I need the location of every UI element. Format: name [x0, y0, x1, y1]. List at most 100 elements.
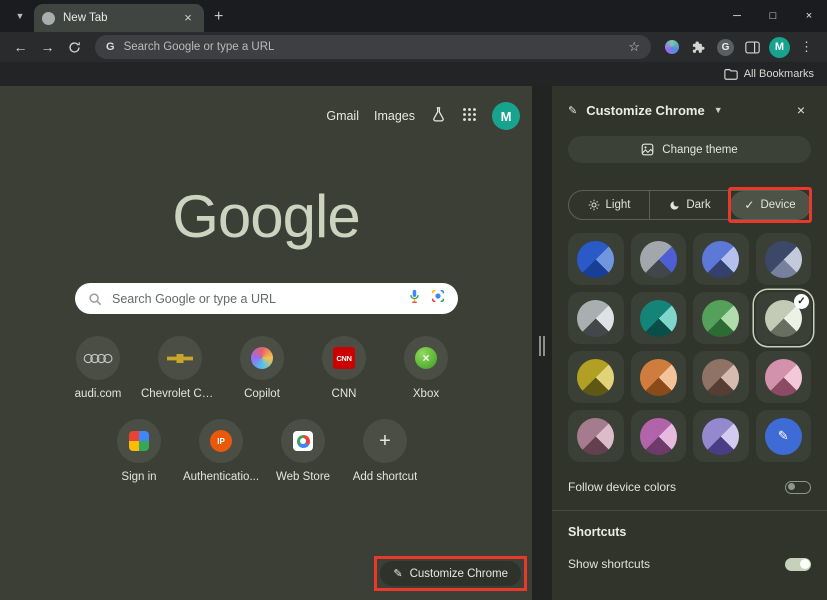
shortcut-tile-xbox[interactable]: × Xbox	[385, 336, 467, 400]
image-icon	[641, 143, 654, 156]
shortcut-label: Sign in	[121, 471, 156, 483]
apps-grid-icon[interactable]	[462, 107, 477, 125]
swatch-circle	[640, 359, 677, 396]
folder-icon	[724, 68, 738, 80]
tab-close-icon[interactable]: ×	[180, 10, 196, 26]
theme-swatch-grid: ✓✎	[568, 233, 811, 462]
mode-light-button[interactable]: Light	[569, 191, 649, 219]
theme-swatch-gray-blue[interactable]	[631, 233, 687, 285]
labs-flask-icon[interactable]	[430, 106, 447, 126]
chevron-down-icon[interactable]: ▼	[714, 105, 723, 115]
shortcut-label: CNN	[332, 388, 357, 400]
address-input[interactable]	[124, 41, 620, 53]
change-theme-button[interactable]: Change theme	[568, 136, 811, 163]
theme-swatch-blue[interactable]	[568, 233, 624, 285]
images-link[interactable]: Images	[374, 109, 415, 123]
shortcuts-section-title: Shortcuts	[568, 525, 811, 539]
browser-tab[interactable]: New Tab ×	[34, 4, 204, 32]
profile-avatar[interactable]: M	[767, 35, 792, 60]
maximize-button[interactable]: □	[755, 0, 791, 32]
shortcut-label: Add shortcut	[353, 471, 418, 483]
pencil-icon: ✎	[778, 428, 789, 444]
ntp-search-input[interactable]	[112, 292, 398, 306]
swatch-circle	[702, 241, 739, 278]
shortcut-tile-web-store[interactable]: Web Store	[262, 419, 344, 483]
cnn-icon: CNN	[322, 336, 366, 380]
audi-rings-icon	[76, 336, 120, 380]
theme-swatch-navy-gray[interactable]	[756, 233, 812, 285]
shortcut-label: Copilot	[244, 388, 280, 400]
web-store-icon	[281, 419, 325, 463]
swatch-circle	[640, 300, 677, 337]
menu-kebab-icon[interactable]: ⋮	[794, 35, 819, 60]
bookmarks-bar: All Bookmarks	[0, 62, 827, 86]
address-bar[interactable]: G ☆	[95, 35, 651, 59]
theme-swatch-olive-yellow[interactable]	[568, 351, 624, 403]
bookmark-star-icon[interactable]: ☆	[628, 39, 640, 55]
customize-chrome-button[interactable]: ✎ Customize Chrome	[380, 561, 521, 586]
annotation-box-customize: ✎ Customize Chrome	[374, 556, 527, 591]
new-tab-button[interactable]: +	[214, 9, 223, 25]
swatch-circle	[765, 241, 802, 278]
swatch-circle	[702, 418, 739, 455]
pencil-icon: ✎	[568, 104, 577, 117]
panel-resize-strip	[532, 86, 552, 600]
theme-swatch-purple[interactable]	[693, 410, 749, 462]
panel-close-icon[interactable]: ×	[791, 102, 811, 118]
forward-icon[interactable]: →	[35, 35, 60, 60]
swatch-circle	[765, 359, 802, 396]
panel-resize-handle[interactable]	[539, 336, 545, 356]
theme-swatch-green[interactable]	[693, 292, 749, 344]
theme-swatch-mauve[interactable]	[568, 410, 624, 462]
close-button[interactable]: ×	[791, 0, 827, 32]
xbox-icon: ×	[404, 336, 448, 380]
pinned-extension-icon[interactable]	[659, 35, 684, 60]
g-badge-icon[interactable]: G	[713, 35, 738, 60]
ntp-top-links: Gmail Images M	[326, 102, 520, 130]
minimize-button[interactable]: ─	[719, 0, 755, 32]
shortcut-tile-cnn[interactable]: CNN CNN	[303, 336, 385, 400]
section-divider	[552, 510, 827, 511]
theme-swatch-orange[interactable]	[631, 351, 687, 403]
ntp-profile-avatar[interactable]: M	[492, 102, 520, 130]
voice-search-mic-icon[interactable]	[408, 289, 421, 309]
theme-swatch-taupe[interactable]	[693, 351, 749, 403]
all-bookmarks-label[interactable]: All Bookmarks	[744, 68, 814, 80]
google-lens-icon[interactable]	[431, 289, 445, 308]
show-shortcuts-toggle[interactable]	[785, 558, 811, 571]
shortcut-tile-add-shortcut[interactable]: + Add shortcut	[344, 419, 426, 483]
mode-dark-button[interactable]: Dark	[649, 191, 730, 219]
reload-icon[interactable]	[62, 35, 87, 60]
appearance-mode-switcher: LightDark✓Device	[568, 190, 811, 220]
swatch-circle: ✎	[765, 418, 802, 455]
swatch-circle	[702, 359, 739, 396]
theme-swatch-gray[interactable]	[568, 292, 624, 344]
theme-swatch-orchid[interactable]	[631, 410, 687, 462]
search-icon	[88, 292, 102, 306]
shortcut-tile-audi-com[interactable]: audi.com	[57, 336, 139, 400]
shortcut-label: Xbox	[413, 388, 439, 400]
shortcut-tile-chevrolet-car[interactable]: Chevrolet Car...	[139, 336, 221, 400]
gmail-link[interactable]: Gmail	[326, 109, 359, 123]
copilot-icon	[240, 336, 284, 380]
side-panel-icon[interactable]	[740, 35, 765, 60]
panel-header: ✎ Customize Chrome ▼ ×	[568, 96, 811, 124]
shortcuts-row-2: Sign in IPAuthenticatio...Web Store + Add s…	[98, 419, 426, 483]
ntp-search-bar[interactable]	[75, 283, 458, 314]
theme-swatch-pink[interactable]	[756, 351, 812, 403]
theme-swatch-sage[interactable]: ✓	[756, 292, 812, 344]
google-logo: Google	[0, 182, 532, 251]
shortcut-tile-sign-in[interactable]: Sign in	[98, 419, 180, 483]
tab-title: New Tab	[63, 12, 172, 24]
follow-device-colors-toggle[interactable]	[785, 481, 811, 494]
mode-device-button[interactable]: ✓Device	[730, 191, 810, 219]
shortcut-tile-copilot[interactable]: Copilot	[221, 336, 303, 400]
shortcut-tile-authenticatio[interactable]: IPAuthenticatio...	[180, 419, 262, 483]
custom-color-swatch[interactable]: ✎	[756, 410, 812, 462]
theme-swatch-periwinkle[interactable]	[693, 233, 749, 285]
back-icon[interactable]: ←	[8, 35, 33, 60]
theme-swatch-teal[interactable]	[631, 292, 687, 344]
plus-icon: +	[363, 419, 407, 463]
tab-search-chevron-icon[interactable]: ▼	[8, 4, 32, 28]
extensions-puzzle-icon[interactable]	[686, 35, 711, 60]
